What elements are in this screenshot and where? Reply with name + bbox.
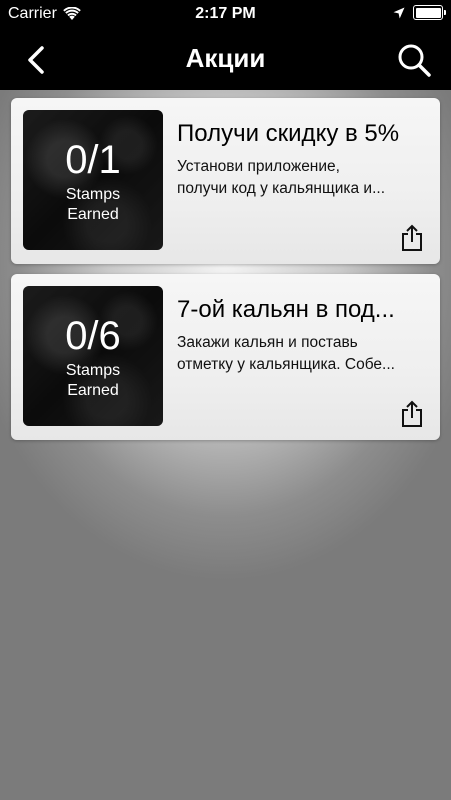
promo-description: Закажи кальян и поставь отметку у кальян… (177, 334, 395, 373)
stamps-earned-label: Stamps Earned (65, 186, 121, 223)
battery-icon (413, 5, 446, 20)
search-icon[interactable] (395, 41, 433, 79)
promo-title: Получи скидку в 5% (177, 120, 400, 147)
stamp-image: 0/6 Stamps Earned (23, 286, 163, 426)
status-time: 2:17 PM (195, 5, 256, 22)
share-icon[interactable] (400, 224, 424, 252)
nav-bar: Акции (0, 30, 451, 90)
page-title: Акции (185, 43, 266, 73)
share-icon[interactable] (400, 400, 424, 428)
promo-card[interactable]: 0/6 Stamps Earned 7-ой кальян в под... З… (11, 274, 440, 440)
location-arrow-icon (393, 7, 405, 18)
promo-title: 7-ой кальян в под... (177, 296, 395, 323)
stamps-earned-label: Stamps Earned (65, 362, 121, 399)
stamp-count: 0/1 (65, 138, 121, 182)
stamp-image: 0/1 Stamps Earned (23, 110, 163, 250)
stamp-count: 0/6 (65, 314, 121, 358)
promo-description: Установи приложение, получи код у кальян… (177, 158, 386, 197)
promo-card[interactable]: 0/1 Stamps Earned Получи скидку в 5% Уст… (11, 98, 440, 264)
status-bar: Carrier 2:17 PM (0, 0, 451, 30)
